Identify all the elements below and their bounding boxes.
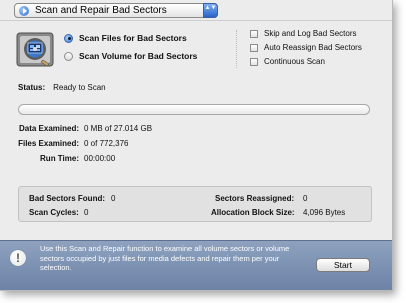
stat-run-time-label: Run Time: [40,154,79,163]
hard-disk-icon [16,32,54,67]
checkbox-box[interactable] [250,29,258,38]
sectors-reassigned-value: 0 [303,194,308,203]
scan-progress-bar [18,104,370,115]
footer-help-text: Use this Scan and Repair function to exa… [40,244,290,272]
status-line: Status: Ready to Scan [18,83,106,92]
info-exclamation-icon: ! [10,250,26,266]
checkbox-box[interactable] [250,43,258,52]
checkbox-skip-log[interactable]: Skip and Log Bad Sectors [250,29,357,38]
scan-cycles-value: 0 [84,208,89,217]
play-bullet-icon [19,6,29,16]
radio-scan-files-label: Scan Files for Bad Sectors [79,33,187,43]
checkbox-auto-reassign[interactable]: Auto Reassign Bad Sectors [250,43,362,52]
scan-repair-window: Scan and Repair Bad Sectors ▲▼ Scan File… [0,0,393,291]
checkbox-continuous-label: Continuous Scan [264,57,325,66]
stat-files-examined-value: 0 of 772,376 [84,139,129,148]
stat-files-examined-label: Files Examined: [18,139,79,148]
bad-sectors-found-label: Bad Sectors Found: [29,194,106,203]
info-footer: ! Use this Scan and Repair function to e… [0,240,392,290]
operation-popup-label: Scan and Repair Bad Sectors [35,5,167,16]
summary-panel: Bad Sectors Found: 0 Scan Cycles: 0 Sect… [18,186,372,222]
checkbox-auto-reassign-label: Auto Reassign Bad Sectors [264,43,362,52]
checkbox-continuous[interactable]: Continuous Scan [250,57,325,66]
status-label: Status: [18,83,46,92]
checkbox-box[interactable] [250,57,258,66]
checkbox-skip-log-label: Skip and Log Bad Sectors [264,29,357,38]
operation-popup-button[interactable]: Scan and Repair Bad Sectors ▲▼ [14,3,218,18]
start-button[interactable]: Start [316,258,370,272]
chevron-updown-icon: ▲▼ [203,3,218,18]
options-divider [236,30,238,68]
stat-data-examined-value: 0 MB of 27.014 GB [84,124,153,133]
allocation-block-size-value: 4,096 Bytes [303,208,346,217]
bad-sectors-found-value: 0 [111,194,116,203]
sectors-reassigned-label: Sectors Reassigned: [215,194,295,203]
radio-indicator[interactable] [64,51,73,61]
allocation-block-size-label: Allocation Block Size: [211,208,295,217]
header-divider [0,20,392,21]
radio-scan-volume-label: Scan Volume for Bad Sectors [79,51,198,61]
stat-run-time-value: 00:00:00 [84,154,116,163]
scan-cycles-label: Scan Cycles: [29,208,79,217]
status-value: Ready to Scan [53,83,106,92]
radio-scan-volume[interactable]: Scan Volume for Bad Sectors [64,51,197,61]
radio-indicator-selected[interactable] [64,33,73,43]
stat-data-examined-label: Data Examined: [18,124,79,133]
radio-scan-files[interactable]: Scan Files for Bad Sectors [64,33,187,43]
